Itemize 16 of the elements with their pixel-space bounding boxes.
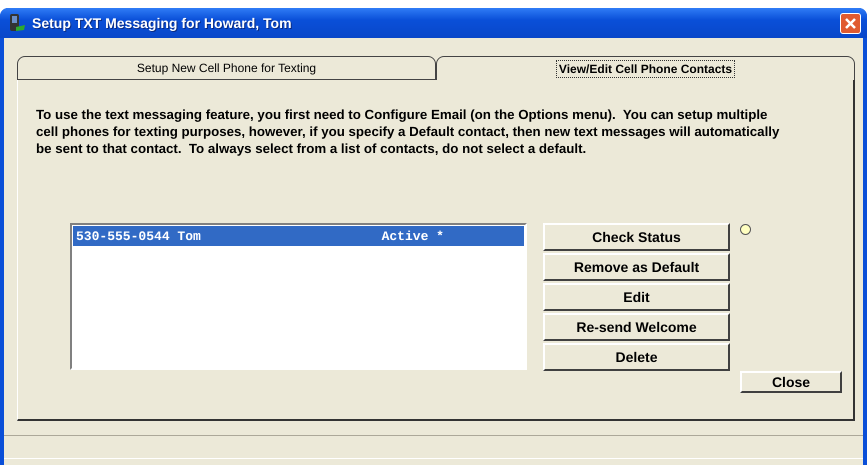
action-button[interactable]: Delete: [543, 343, 730, 371]
phone-icon: [8, 13, 26, 33]
window-title: Setup TXT Messaging for Howard, Tom: [32, 15, 293, 31]
tab[interactable]: View/Edit Cell Phone Contacts: [436, 56, 855, 80]
contacts-list[interactable]: 530-555-0544 Tom Active *: [70, 223, 527, 370]
close-icon: [844, 16, 857, 30]
contact-status: Active *: [382, 228, 444, 244]
contact-row[interactable]: 530-555-0544 Tom Active *: [73, 226, 524, 246]
close-button[interactable]: [840, 12, 861, 34]
action-button[interactable]: Check Status: [543, 223, 730, 251]
action-button[interactable]: Remove as Default: [543, 253, 730, 281]
tab[interactable]: Setup New Cell Phone for Texting: [17, 56, 436, 80]
instructions-text: To use the text messaging feature, you first need to Configure Email (on the Options menu). You can setup multiple cell phones for texting purposes, however, if you specify a Default contact, then new text messages will automatically be sent to that contact. To always select from a list of contacts, do not select a default.: [36, 106, 780, 157]
action-button[interactable]: Edit: [543, 283, 730, 311]
action-button[interactable]: Re-send Welcome: [543, 313, 730, 341]
close-dialog-button[interactable]: Close: [740, 371, 842, 393]
